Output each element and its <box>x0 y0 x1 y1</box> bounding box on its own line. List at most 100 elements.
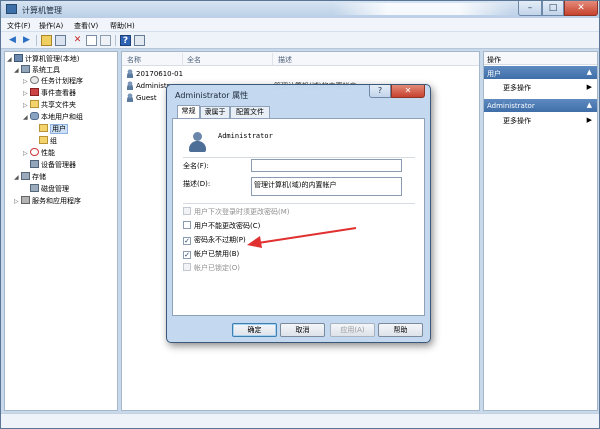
must-change-password-checkbox[interactable]: 用户下次登录时须更改密码(M) <box>183 207 290 217</box>
divider <box>183 157 415 158</box>
tree-node-disk-management[interactable]: 磁盘管理 <box>30 184 69 195</box>
expand-toggle-icon[interactable]: ◢ <box>7 54 14 65</box>
tree-node-shared-folders[interactable]: ▷ 共享文件夹 <box>23 100 76 111</box>
title-bar-glare <box>333 3 513 15</box>
expand-toggle-icon[interactable]: ▷ <box>14 196 21 207</box>
tab-general[interactable]: 常规 <box>177 105 200 118</box>
password-never-expires-checkbox[interactable]: ✓ 密码永不过期(P) <box>183 235 246 245</box>
menu-bar: 文件(F) 操作(A) 查看(V) 帮助(H) <box>1 18 599 32</box>
description-label: 描述(D): <box>183 180 211 188</box>
tree-node-local-users-groups[interactable]: ◢ 本地用户和组 <box>23 112 83 123</box>
services-icon <box>21 196 30 204</box>
toolbar-separator <box>115 35 116 46</box>
maximize-button[interactable]: □ <box>542 1 564 16</box>
column-fullname[interactable]: 全名 <box>187 55 201 65</box>
fullname-field[interactable] <box>251 159 402 172</box>
close-button[interactable]: ✕ <box>564 1 598 16</box>
fullname-label: 全名(F): <box>183 162 209 170</box>
tree-node-users[interactable]: 用户 <box>39 124 68 135</box>
collapse-arrow-icon[interactable]: ▲ <box>587 68 592 76</box>
cancel-button[interactable]: 取消 <box>280 323 325 337</box>
folder-icon <box>39 136 48 144</box>
checkmark-icon[interactable]: ✓ <box>183 237 191 245</box>
menu-file[interactable]: 文件(F) <box>7 21 31 31</box>
column-description[interactable]: 描述 <box>278 55 292 65</box>
clock-icon <box>30 76 39 84</box>
tree-node-performance[interactable]: ▷ 性能 <box>23 148 55 159</box>
actions-section-users[interactable]: 用户 ▲ <box>484 66 597 79</box>
checkbox-box[interactable] <box>183 221 191 229</box>
console-icon[interactable] <box>134 35 145 46</box>
user-icon <box>126 93 134 102</box>
tools-icon <box>21 65 30 73</box>
tree-node-root[interactable]: ◢ 计算机管理(本地) <box>7 54 79 65</box>
column-separator[interactable] <box>272 53 273 65</box>
account-username: Administrator <box>218 132 273 140</box>
tree-node-task-scheduler[interactable]: ▷ 任务计划程序 <box>23 76 83 87</box>
account-disabled-checkbox[interactable]: ✓ 帐户已禁用(B) <box>183 249 239 259</box>
delete-icon[interactable]: ✕ <box>72 35 83 46</box>
toolbar: ◀ ▶ ✕ ? <box>1 32 599 49</box>
dialog-close-button[interactable]: ✕ <box>391 85 425 98</box>
expand-toggle-icon[interactable]: ▷ <box>23 88 30 99</box>
disk-icon <box>30 184 39 192</box>
tab-profile[interactable]: 配置文件 <box>230 106 270 118</box>
tree-node-system-tools[interactable]: ◢ 系统工具 <box>14 65 60 76</box>
submenu-arrow-icon[interactable]: ▶ <box>587 83 592 91</box>
checkbox-box[interactable] <box>183 207 191 215</box>
submenu-arrow-icon[interactable]: ▶ <box>587 116 592 124</box>
device-manager-icon <box>30 160 39 168</box>
back-arrow-icon[interactable]: ◀ <box>7 35 18 46</box>
apply-button[interactable]: 应用(A) <box>330 323 375 337</box>
expand-toggle-icon[interactable]: ▷ <box>23 148 30 159</box>
title-bar[interactable]: 计算机管理 – □ ✕ <box>1 1 599 18</box>
ok-button[interactable]: 确定 <box>232 323 277 337</box>
more-actions-users[interactable]: 更多操作 <box>503 83 531 93</box>
expand-toggle-icon[interactable]: ◢ <box>14 172 21 183</box>
minimize-button[interactable]: – <box>518 1 542 16</box>
description-field[interactable]: 管理计算机(域)的内置帐户 <box>251 177 402 196</box>
list-item[interactable]: Guest <box>126 93 157 102</box>
tree-node-event-viewer[interactable]: ▷ 事件查看器 <box>23 88 76 99</box>
storage-icon <box>21 172 30 180</box>
cannot-change-password-checkbox[interactable]: 用户不能更改密码(C) <box>183 221 260 231</box>
list-header: 名称 全名 描述 <box>122 52 479 66</box>
more-actions-administrator[interactable]: 更多操作 <box>503 116 531 126</box>
expand-toggle-icon[interactable]: ◢ <box>14 65 21 76</box>
show-tree-icon[interactable] <box>55 35 66 46</box>
tab-member-of[interactable]: 隶属于 <box>200 106 230 118</box>
tree-node-device-manager[interactable]: 设备管理器 <box>30 160 76 171</box>
dialog-help-button[interactable]: ? <box>369 85 391 98</box>
tree-node-groups[interactable]: 组 <box>39 136 57 147</box>
help-icon[interactable]: ? <box>120 35 131 46</box>
dialog-help-text-button[interactable]: 帮助 <box>378 323 423 337</box>
checkbox-box[interactable] <box>183 263 191 271</box>
menu-view[interactable]: 查看(V) <box>74 21 98 31</box>
column-name[interactable]: 名称 <box>127 55 141 65</box>
tree-node-storage[interactable]: ◢ 存储 <box>14 172 46 183</box>
expand-toggle-icon[interactable]: ▷ <box>23 76 30 87</box>
account-locked-checkbox[interactable]: 帐户已锁定(O) <box>183 263 240 273</box>
window-title: 计算机管理 <box>22 6 62 15</box>
list-item[interactable]: 20170610-01 <box>126 69 183 78</box>
menu-help[interactable]: 帮助(H) <box>110 21 135 31</box>
expand-toggle-icon[interactable]: ◢ <box>23 112 30 123</box>
collapse-arrow-icon[interactable]: ▲ <box>587 101 592 109</box>
users-groups-icon <box>30 112 39 120</box>
checkmark-icon[interactable]: ✓ <box>183 251 191 259</box>
column-separator[interactable] <box>182 53 183 65</box>
user-icon <box>126 69 134 78</box>
up-folder-icon[interactable] <box>41 35 52 46</box>
navigation-tree: ◢ 计算机管理(本地) ◢ 系统工具 ▷ 任务计划程序 ▷ 事件查看器 ▷ 共享文件夹 ◢… <box>4 51 118 411</box>
status-bar <box>1 413 599 428</box>
menu-action[interactable]: 操作(A) <box>39 21 63 31</box>
properties-icon[interactable] <box>86 35 97 46</box>
tree-node-services[interactable]: ▷ 服务和应用程序 <box>14 196 81 207</box>
user-account-icon <box>188 132 208 154</box>
performance-icon <box>30 148 39 156</box>
actions-section-administrator[interactable]: Administrator ▲ <box>484 99 597 112</box>
folder-icon <box>39 124 48 132</box>
expand-toggle-icon[interactable]: ▷ <box>23 100 30 111</box>
forward-arrow-icon[interactable]: ▶ <box>21 35 32 46</box>
refresh-icon[interactable] <box>100 35 111 46</box>
